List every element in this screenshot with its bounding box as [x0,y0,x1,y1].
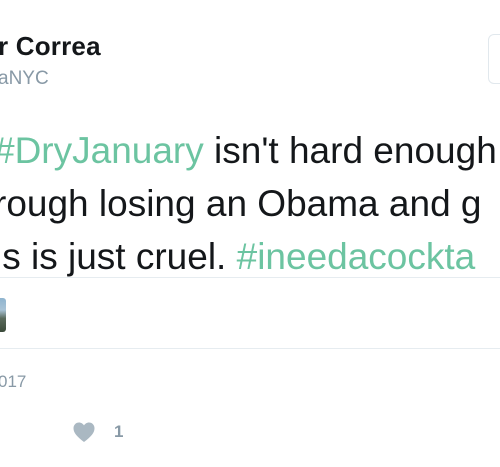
divider [0,348,500,349]
tweet-text-segment: rough losing an Obama and g [0,183,482,224]
tweet-line: is is just cruel. #ineedacockta [0,230,500,283]
divider [0,277,500,278]
hashtag-link[interactable]: #DryJanuary [0,130,204,171]
tweet-timestamp[interactable]: 017 [0,372,26,392]
author-name[interactable]: r Correa [0,31,101,62]
like-button[interactable]: 1 [72,420,123,444]
tweet-line: #DryJanuary isn't hard enough [0,124,500,177]
tweet-text: #DryJanuary isn't hard enough rough losi… [0,124,500,283]
like-count: 1 [114,422,124,441]
heart-icon [73,422,95,442]
media-thumbnail[interactable] [0,298,6,332]
follow-button[interactable] [488,34,500,84]
tweet-text-segment: isn't hard enough [203,130,497,171]
tweet-line: rough losing an Obama and g [0,177,500,230]
hashtag-link[interactable]: #ineedacockta [237,236,476,277]
tweet-text-segment: is is just cruel. [0,236,237,277]
author-handle[interactable]: aNYC [0,68,49,90]
tweet-card: r Correa aNYC #DryJanuary isn't hard eno… [0,0,500,467]
